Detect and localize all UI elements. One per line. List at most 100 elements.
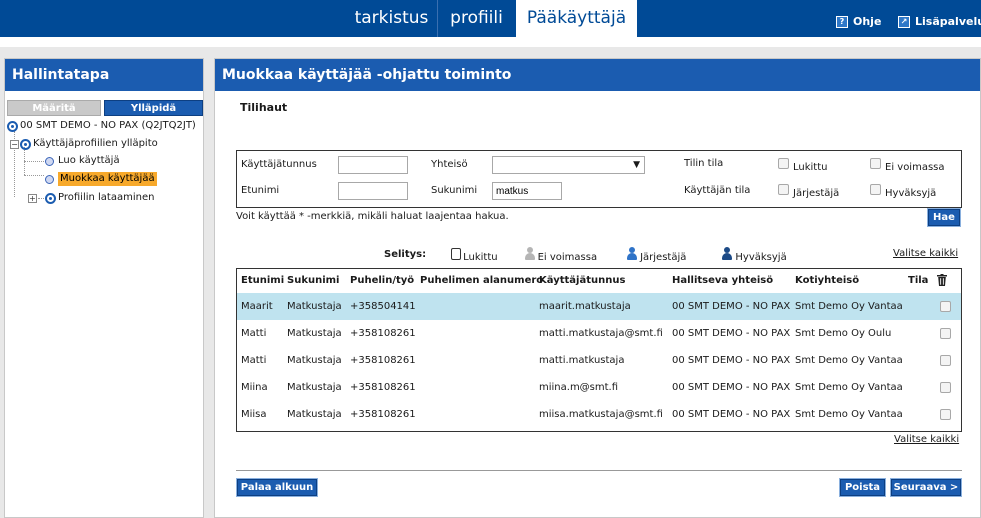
target-icon — [45, 192, 56, 204]
help-label: Ohje — [853, 15, 882, 28]
tree-item-create-user-label: Luo käyttäjä — [58, 155, 120, 166]
cell-firstname: Matti — [241, 355, 267, 366]
tree-item-profiles[interactable]: − Käyttäjäprofiilien ylläpito — [10, 137, 158, 151]
table-row[interactable]: Maarit Matkustaja +358504141 maarit.matk… — [237, 293, 961, 320]
legend-locked: Lukittu — [463, 252, 498, 263]
lastname-label: Sukunimi — [431, 185, 478, 196]
delete-button[interactable]: Poista — [840, 479, 885, 496]
cell-username: matti.matkustaja — [539, 355, 625, 366]
tree-root-label: 00 SMT DEMO - NO PAX (Q2JTQ2JT) — [20, 120, 196, 131]
cell-firstname: Maarit — [241, 301, 273, 312]
lastname-input[interactable] — [492, 182, 562, 200]
username-label: Käyttäjätunnus — [241, 159, 317, 170]
cell-lastname: Matkustaja — [287, 301, 342, 312]
user-status-label: Käyttäjän tila — [684, 185, 751, 196]
firstname-input[interactable] — [338, 182, 408, 200]
table-row[interactable]: Miisa Matkustaja +358108261 miisa.matkus… — [237, 401, 961, 428]
help-link[interactable]: ? Ohje — [836, 15, 881, 28]
section-title: Tilihaut — [240, 101, 288, 114]
row-checkbox[interactable] — [940, 301, 951, 312]
tree-item-edit-user-label: Muokkaa käyttäjää — [58, 172, 157, 186]
cell-phone: +358108261 — [350, 382, 416, 393]
column-header[interactable]: Tila — [908, 275, 928, 286]
cell-lastname: Matkustaja — [287, 409, 342, 420]
cell-username: maarit.matkustaja — [539, 301, 631, 312]
approver-label: Hyväksyjä — [885, 188, 937, 199]
page-title: Muokkaa käyttäjää -ohjattu toiminto — [215, 59, 980, 91]
divider — [236, 470, 962, 471]
legend-inactive: Ei voimassa — [537, 252, 598, 263]
table-row[interactable]: Matti Matkustaja +358108261 matti.matkus… — [237, 347, 961, 374]
table-row[interactable]: Miina Matkustaja +358108261 miina.m@smt.… — [237, 374, 961, 401]
organizer-checkbox[interactable] — [778, 184, 789, 195]
back-to-start-button[interactable]: Palaa alkuun — [237, 479, 317, 496]
community-select[interactable]: ▼ — [492, 156, 645, 174]
legend-approver: Hyväksyjä — [735, 252, 787, 263]
expand-icon[interactable]: + — [28, 193, 37, 203]
cell-username: matti.matkustaja@smt.fi — [539, 328, 663, 339]
maintain-mode-button[interactable]: Ylläpidä — [104, 100, 203, 116]
column-header[interactable]: Puhelin/työ — [350, 275, 414, 286]
cell-username: miisa.matkustaja@smt.fi — [539, 409, 663, 420]
approver-checkbox[interactable] — [870, 184, 881, 195]
external-link-icon: ↗ — [898, 15, 910, 28]
cell-phone: +358108261 — [350, 409, 416, 420]
account-status-label: Tilin tila — [684, 158, 724, 169]
column-header[interactable]: Hallitseva yhteisö — [672, 275, 773, 286]
cell-lastname: Matkustaja — [287, 355, 342, 366]
help-icon: ? — [836, 15, 848, 28]
define-mode-button[interactable]: Määritä — [7, 100, 101, 116]
header-strip — [0, 37, 981, 47]
legend: Selitys: Lukittu Ei voimassa Järjestäjä … — [384, 247, 787, 263]
cell-phone: +358504141 — [350, 301, 416, 312]
row-checkbox[interactable] — [940, 409, 951, 420]
inactive-checkbox[interactable] — [870, 158, 881, 169]
legend-title: Selitys: — [384, 249, 427, 260]
tab-paakayttaja[interactable]: Pääkäyttäjä — [516, 0, 637, 37]
main-panel: Muokkaa käyttäjää -ohjattu toiminto Tili… — [214, 58, 981, 518]
trash-icon[interactable] — [937, 274, 947, 286]
column-header[interactable]: Käyttäjätunnus — [539, 275, 625, 286]
tree-item-create-user[interactable]: Luo käyttäjä — [45, 154, 120, 168]
select-all-link-top[interactable]: Valitse kaikki — [893, 248, 958, 259]
dropdown-arrow-icon: ▼ — [633, 160, 640, 170]
username-input[interactable] — [338, 156, 408, 174]
cell-managing-community: 00 SMT DEMO - NO PAX — [672, 355, 791, 366]
search-button[interactable]: Hae — [928, 209, 960, 226]
top-navigation-bar: tarkistus profiili Pääkäyttäjä ? Ohje ↗ … — [0, 0, 981, 37]
organizer-user-icon — [627, 247, 638, 260]
tab-tarkistus[interactable]: tarkistus — [346, 0, 437, 37]
row-checkbox[interactable] — [940, 328, 951, 339]
cell-firstname: Miisa — [241, 409, 267, 420]
tab-profiili[interactable]: profiili — [437, 0, 515, 37]
bullet-icon — [45, 174, 54, 184]
row-checkbox[interactable] — [940, 382, 951, 393]
inactive-label: Ei voimassa — [885, 162, 945, 173]
locked-checkbox[interactable] — [778, 158, 789, 169]
row-checkbox[interactable] — [940, 355, 951, 366]
cell-phone: +358108261 — [350, 355, 416, 366]
column-header[interactable]: Kotiyhteisö — [795, 275, 859, 286]
next-button[interactable]: Seuraava > — [891, 479, 961, 496]
approver-user-icon — [722, 247, 733, 260]
legend-organizer: Järjestäjä — [640, 252, 687, 263]
select-all-link-bottom[interactable]: Valitse kaikki — [894, 434, 959, 445]
inactive-user-icon — [524, 247, 535, 260]
tree-root[interactable]: 00 SMT DEMO - NO PAX (Q2JTQ2JT) — [7, 119, 196, 133]
table-row[interactable]: Matti Matkustaja +358108261 matti.matkus… — [237, 320, 961, 347]
collapse-icon[interactable]: − — [10, 139, 19, 149]
target-icon — [7, 120, 18, 132]
services-link[interactable]: ↗ Lisäpalvelut — [898, 15, 981, 28]
cell-home-community: Smt Demo Oy Oulu — [795, 328, 892, 339]
tree-item-profiles-label: Käyttäjäprofiilien ylläpito — [33, 138, 158, 149]
tree-item-profile-load[interactable]: + Profiilin lataaminen — [28, 191, 154, 205]
lock-icon — [451, 248, 462, 260]
column-header[interactable]: Puhelimen alanumero — [420, 275, 543, 286]
column-header[interactable]: Etunimi — [241, 275, 284, 286]
tree-item-edit-user[interactable]: Muokkaa käyttäjää — [45, 172, 157, 186]
target-icon — [20, 138, 31, 150]
search-hint: Voit käyttää * -merkkiä, mikäli haluat l… — [236, 211, 509, 222]
column-header[interactable]: Sukunimi — [287, 275, 340, 286]
cell-lastname: Matkustaja — [287, 382, 342, 393]
cell-managing-community: 00 SMT DEMO - NO PAX — [672, 409, 791, 420]
